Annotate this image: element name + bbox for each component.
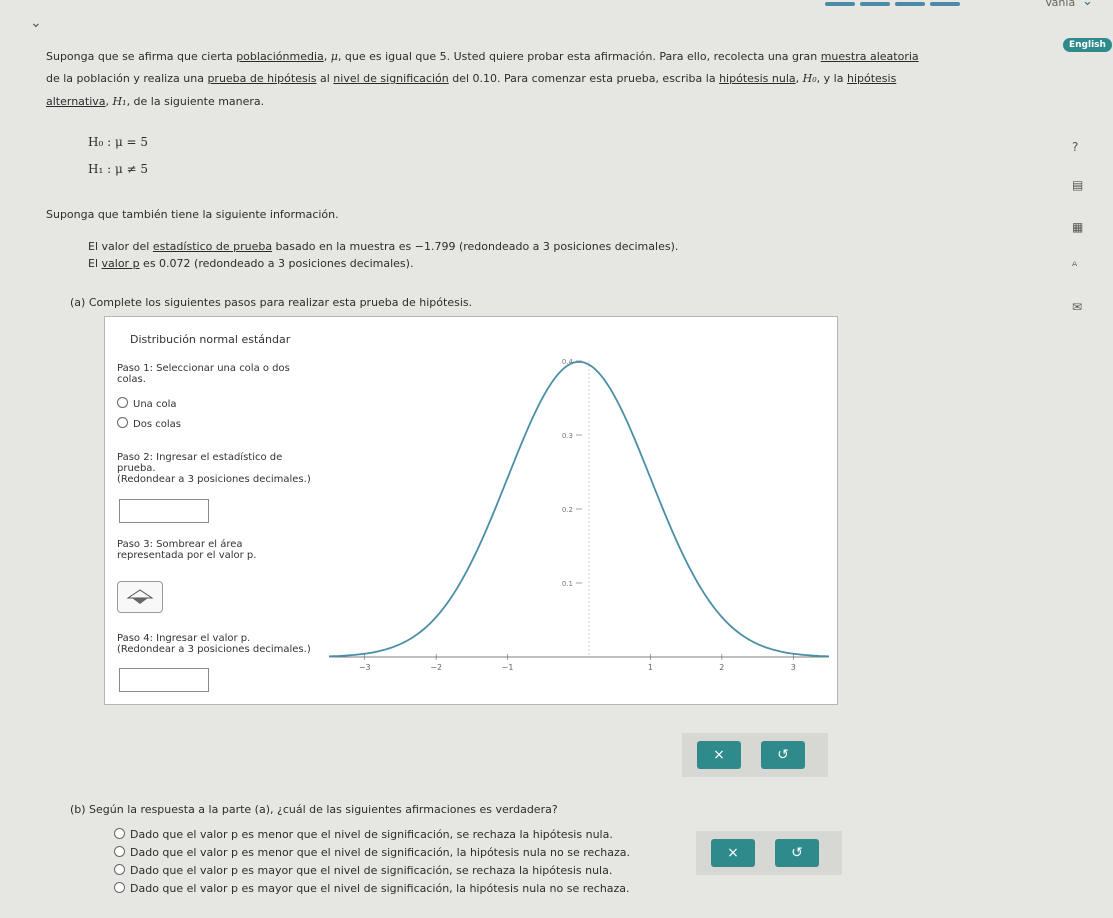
shade-area-icon: [126, 589, 154, 604]
radio-button[interactable]: [114, 828, 125, 839]
option-label: Dado que el valor p es mayor que el nive…: [130, 882, 630, 895]
option-label: Dos colas: [133, 419, 181, 430]
progress-segment: [825, 2, 855, 6]
shade-area-tool[interactable]: [117, 581, 163, 613]
info-p-value: El valor p es 0.072 (redondeado a 3 posi…: [88, 257, 413, 270]
info-test-statistic: El valor del estadístico de prueba basad…: [88, 240, 678, 253]
clear-button-b[interactable]: ×: [711, 839, 755, 867]
glossary-link[interactable]: valor p: [102, 257, 140, 270]
glossary-link[interactable]: alternativa: [46, 95, 106, 108]
radio-button[interactable]: [114, 882, 125, 893]
step1-label-2: colas.: [117, 374, 146, 385]
glossary-link[interactable]: muestra aleatoria: [821, 50, 919, 63]
alternative-hypothesis: H₁ : μ ≠ 5: [88, 162, 149, 176]
part-b-option-4[interactable]: Dado que el valor p es mayor que el nive…: [114, 882, 630, 895]
y-tick-label: 0.1: [562, 580, 573, 588]
help-icon[interactable]: ?: [1072, 140, 1078, 154]
normal-curve-chart: −3 −2 −1 1 2 3 0.10.20.30.4: [328, 358, 830, 672]
glossary-link[interactable]: estadístico de prueba: [153, 240, 272, 253]
glossary-link[interactable]: prueba de hipótesis: [207, 72, 316, 85]
math-h0: H₀: [802, 72, 817, 85]
option-label: Una cola: [133, 399, 177, 410]
glossary-icon[interactable]: ᴬ: [1072, 259, 1077, 273]
option-label: Dado que el valor p es menor que el nive…: [130, 828, 613, 841]
x-tick-label: −3: [359, 663, 371, 672]
x-tick-label: 3: [791, 663, 796, 672]
user-name[interactable]: Vania: [1045, 0, 1075, 9]
problem-line-3: alternativa, H₁, de la siguiente manera.: [46, 95, 264, 108]
language-toggle-button[interactable]: English: [1063, 38, 1112, 52]
x-tick-label: −2: [430, 663, 442, 672]
part-a-title: (a) Complete los siguientes pasos para r…: [70, 296, 473, 309]
x-tick-label: 1: [648, 663, 653, 672]
info-intro: Suponga que también tiene la siguiente i…: [46, 208, 339, 221]
y-ticks: 0.10.20.30.4: [562, 358, 582, 588]
part-b-option-1[interactable]: Dado que el valor p es menor que el nive…: [114, 828, 613, 841]
y-tick-label: 0.3: [562, 432, 573, 440]
step3-label: Paso 3: Sombrear el área: [117, 539, 243, 550]
option-label: Dado que el valor p es menor que el nive…: [130, 846, 631, 859]
radio-button[interactable]: [114, 846, 125, 857]
step2-label: Paso 2: Ingresar el estadístico de: [117, 452, 283, 463]
part-b-option-2[interactable]: Dado que el valor p es menor que el nive…: [114, 846, 630, 859]
step4-label-2: (Redondear a 3 posiciones decimales.): [117, 644, 311, 655]
glossary-link[interactable]: poblaciónmedia: [236, 50, 324, 63]
top-progress-bar: Vania ⌄: [0, 0, 1113, 14]
text: basado en la muestra es −1.799 (redondea…: [272, 240, 679, 253]
problem-line-1: Suponga que se afirma que cierta poblaci…: [46, 50, 919, 63]
panel-title: Distribución normal estándar: [130, 333, 291, 346]
user-menu-chevron-icon[interactable]: ⌄: [1082, 0, 1093, 9]
undo-button-a[interactable]: ↺: [761, 741, 805, 769]
p-value-input[interactable]: [119, 668, 209, 692]
step1-label: Paso 1: Seleccionar una cola o dos: [117, 363, 290, 374]
x-tick-label: −1: [502, 663, 514, 672]
glossary-link[interactable]: hipótesis nula: [719, 72, 796, 85]
x-tick-label: 2: [719, 663, 724, 672]
part-b-option-3[interactable]: Dado que el valor p es mayor que el nive…: [114, 864, 612, 877]
math-mu: μ: [330, 50, 338, 63]
text: ,: [795, 72, 803, 85]
text: ,: [105, 95, 113, 108]
radio-button[interactable]: [117, 417, 128, 428]
step3-label-2: representada por el valor p.: [117, 550, 257, 561]
text: El: [88, 257, 102, 270]
step2-label-3: (Redondear a 3 posiciones decimales.): [117, 474, 311, 485]
text: del 0.10. Para comenzar esta prueba, esc…: [448, 72, 720, 85]
glossary-link[interactable]: hipótesis: [847, 72, 896, 85]
text: ,: [323, 50, 331, 63]
part-b-question: (b) Según la respuesta a la parte (a), ¿…: [70, 803, 558, 816]
radio-button[interactable]: [114, 864, 125, 875]
mail-icon[interactable]: ✉: [1072, 300, 1082, 314]
problem-line-2: de la población y realiza una prueba de …: [46, 72, 896, 85]
progress-segment: [930, 2, 960, 6]
clear-button-a[interactable]: ×: [697, 741, 741, 769]
table-icon[interactable]: ▦: [1072, 220, 1083, 234]
text: Suponga que se afirma que cierta: [46, 50, 237, 63]
option-one-tail[interactable]: Una cola: [117, 397, 177, 410]
undo-button-b[interactable]: ↺: [775, 839, 819, 867]
step2-label-2: prueba.: [117, 463, 156, 474]
normal-distribution-panel: Distribución normal estándar Paso 1: Sel…: [104, 316, 838, 705]
option-label: Dado que el valor p es mayor que el nive…: [130, 864, 613, 877]
step4-label: Paso 4: Ingresar el valor p.: [117, 633, 251, 644]
null-hypothesis: H₀ : μ = 5: [88, 135, 149, 149]
calculator-icon[interactable]: ▤: [1072, 178, 1083, 192]
chevron-down-icon[interactable]: ⌄: [30, 15, 42, 31]
text: El valor del: [88, 240, 153, 253]
progress-segment: [895, 2, 925, 6]
glossary-link[interactable]: nivel de significación: [333, 72, 448, 85]
progress-segment: [860, 2, 890, 6]
math-h1: H₁: [112, 95, 127, 108]
radio-button[interactable]: [117, 397, 128, 408]
text: , que es igual que 5. Usted quiere proba…: [337, 50, 821, 63]
text: de la población y realiza una: [46, 72, 208, 85]
option-two-tail[interactable]: Dos colas: [117, 417, 181, 430]
text: , y la: [816, 72, 847, 85]
test-statistic-input[interactable]: [119, 499, 209, 523]
text: es 0.072 (redondeado a 3 posiciones deci…: [139, 257, 414, 270]
y-tick-label: 0.2: [562, 506, 573, 514]
text: al: [316, 72, 334, 85]
text: , de la siguiente manera.: [126, 95, 265, 108]
